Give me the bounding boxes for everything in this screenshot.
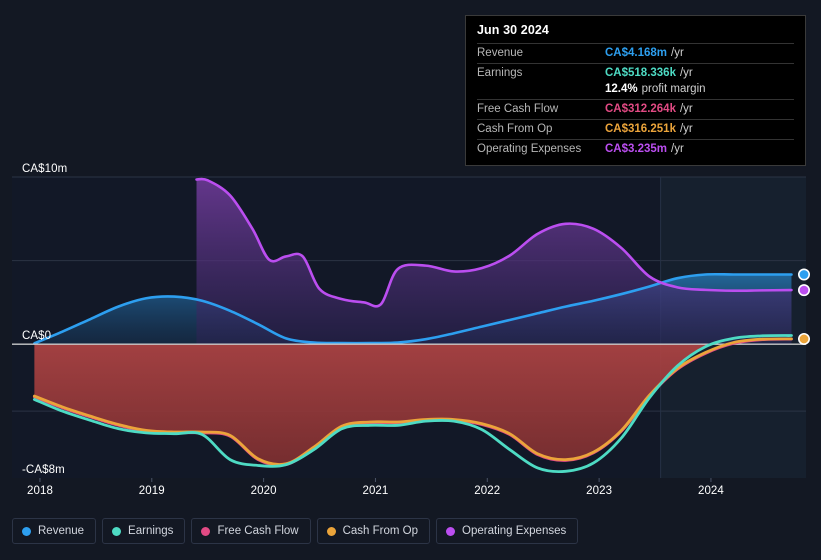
legend-item-revenue[interactable]: Revenue [12,518,97,544]
tooltip-label-free-cash-flow: Free Cash Flow [477,103,559,115]
x-axis-label-2020: 2020 [250,485,277,497]
legend-label: Cash From Op [342,525,419,537]
x-axis-label-2019: 2019 [138,485,165,497]
tooltip-value-profit-margin: 12.4% [605,83,638,95]
chart-tooltip: Jun 30 2024 Revenue CA$4.168m /yr Earnin… [465,15,806,166]
tooltip-value-cash-from-op: CA$316.251k [605,123,676,135]
tooltip-row-profit-margin: 12.4% profit margin [477,83,794,99]
endpoint-dot [797,284,810,297]
chart-legend: Revenue Earnings Free Cash Flow Cash From O… [12,518,579,544]
tooltip-label-cash-from-op: Cash From Op [477,123,553,135]
endpoint-dot [797,268,810,281]
legend-color-dot [201,526,211,536]
tooltip-row-free-cash-flow: Free Cash Flow CA$312.264k /yr [477,99,794,119]
y-axis-label-zero: CA$0 [22,330,52,343]
legend-item-free-cash-flow[interactable]: Free Cash Flow [191,518,311,544]
tooltip-row-operating-expenses: Operating Expenses CA$3.235m /yr [477,139,794,159]
tooltip-value-operating-expenses: CA$3.235m [605,143,668,155]
legend-item-operating-expenses[interactable]: Operating Expenses [436,518,579,544]
x-axis-label-2024: 2024 [697,485,724,497]
tooltip-label-revenue: Revenue [477,47,524,59]
tooltip-row-revenue: Revenue CA$4.168m /yr [477,43,794,63]
legend-item-cash-from-op[interactable]: Cash From Op [316,518,431,544]
tooltip-row-cash-from-op: Cash From Op CA$316.251k /yr [477,119,794,139]
x-axis-label-2022: 2022 [474,485,501,497]
tooltip-unit-earnings: /yr [679,67,693,79]
legend-item-earnings[interactable]: Earnings [102,518,186,544]
tooltip-row-earnings: Earnings CA$518.336k /yr [477,63,794,83]
legend-label: Earnings [128,525,174,537]
legend-color-dot [112,526,122,536]
tooltip-value-earnings: CA$518.336k [605,67,676,79]
legend-color-dot [326,526,336,536]
tooltip-unit-cash-from-op: /yr [679,123,693,135]
legend-label: Free Cash Flow [217,525,299,537]
tooltip-unit-operating-expenses: /yr [671,143,684,155]
tooltip-value-free-cash-flow: CA$312.264k [605,103,676,115]
tooltip-date: Jun 30 2024 [477,23,549,37]
tooltip-label-operating-expenses: Operating Expenses [477,143,582,155]
legend-label: Revenue [38,525,85,537]
tooltip-value-revenue: CA$4.168m [605,47,668,59]
tooltip-text-profit-margin: profit margin [641,83,706,95]
tooltip-unit-free-cash-flow: /yr [679,103,693,115]
legend-color-dot [446,526,456,536]
x-axis-label-2018: 2018 [26,485,53,497]
x-axis-label-2023: 2023 [586,485,613,497]
endpoint-dot [797,332,810,345]
x-axis-label-2021: 2021 [362,485,389,497]
legend-color-dot [22,526,31,536]
y-axis-label-top: CA$10m [22,163,68,175]
y-axis-label-bottom: -CA$8m [22,464,65,476]
legend-label: Operating Expenses [462,525,567,537]
tooltip-unit-revenue: /yr [671,47,684,59]
tooltip-label-earnings: Earnings [477,67,523,79]
